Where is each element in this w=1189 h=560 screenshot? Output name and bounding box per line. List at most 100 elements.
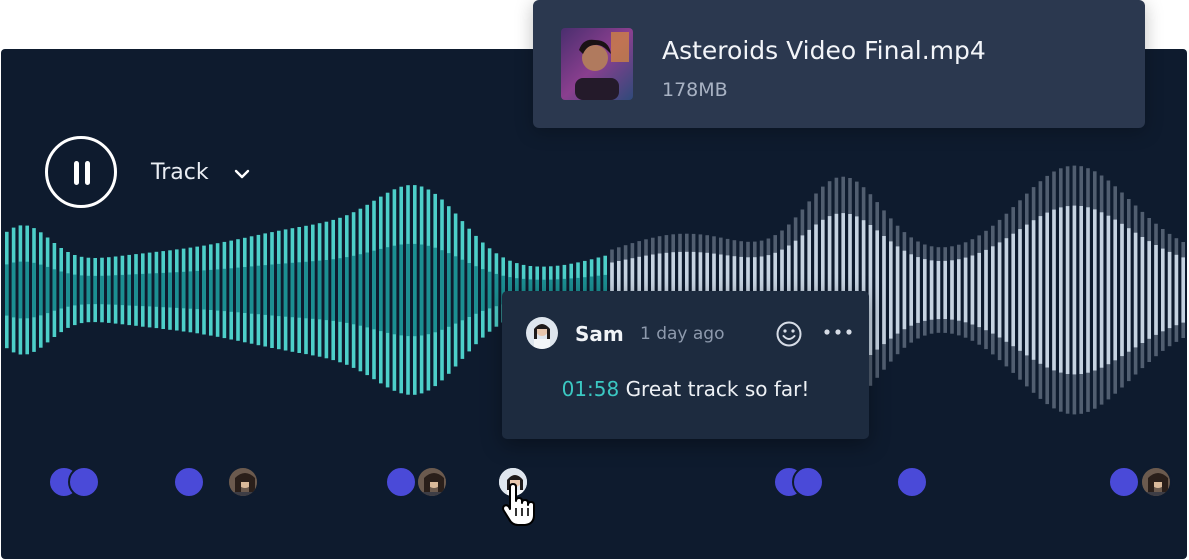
comment-marker[interactable] [173,466,205,498]
file-info-card: Asteroids Video Final.mp4 178MB [533,0,1145,128]
waveform-bar-core [25,261,29,319]
waveform-bar-core [1147,241,1151,339]
waveform-bar-core [141,273,145,307]
waveform-bar-core [215,269,220,311]
waveform-bar-core [419,244,424,336]
waveform-bar-core [1161,248,1165,332]
waveform-bar-core [1127,228,1131,352]
waveform-bar-core [1093,209,1097,371]
waveform-bar-core [936,261,941,320]
waveform-bar-core [889,241,893,339]
waveform-bar-core [882,236,886,345]
waveform-bar-core [957,259,961,321]
comment-marker[interactable] [896,466,928,498]
waveform-bar-core [1079,206,1083,374]
waveform-bar-core [929,260,934,320]
commenter-avatar[interactable] [227,466,259,498]
waveform-bar-core [1072,205,1077,375]
waveform-bar-core [107,275,111,305]
waveform-bar-core [86,275,91,305]
waveform-bar-core [73,274,77,306]
waveform-bar-core [1052,209,1056,371]
waveform-bar-core [11,262,16,318]
emoji-reaction-icon[interactable] [775,320,803,348]
waveform-bar-core [59,271,63,309]
waveform-bar-core [338,258,342,322]
waveform-bar-core [120,274,125,306]
waveform-bar-core [481,269,485,311]
waveform-bar-core [1025,224,1029,356]
waveform-bar-core [984,249,988,331]
waveform-bar-core [909,254,913,326]
comment-marker[interactable] [385,466,417,498]
file-size: 178MB [662,79,728,101]
waveform-bar-core [1038,216,1043,364]
waveform-bar-core [283,263,288,317]
comment-marker[interactable] [1108,466,1140,498]
waveform-bar-core [991,246,995,334]
more-options-icon[interactable] [822,325,854,339]
waveform-bar-core [385,247,390,333]
waveform-bar-core [379,248,383,332]
waveform-bar-core [1031,220,1036,360]
waveform-bar-core [256,265,261,315]
comment-marker[interactable] [68,466,100,498]
waveform-bar-core [902,250,907,330]
waveform-bar-core [290,262,295,318]
waveform-bar-core [392,245,397,335]
waveform-bar-core [100,275,104,305]
waveform-bar-core [331,259,335,321]
waveform-bar-core [923,259,927,321]
comment-body: 01:58 Great track so far! [502,377,869,401]
waveform-bar-core [127,274,131,306]
waveform-bar-core [895,246,900,334]
waveform-bar-core [188,271,193,309]
waveform-bar-core [1004,238,1009,342]
waveform-bar-core [181,271,186,309]
waveform-bar-core [970,255,975,325]
waveform-bar-core [950,260,954,320]
waveform-bar-core [977,252,981,328]
waveform-bar-core [93,275,97,305]
waveform-bar-core [249,266,254,314]
waveform-bar-core [487,271,492,309]
waveform-bar-core [209,269,213,310]
waveform-bar-core [161,272,165,308]
waveform-bar-core [916,257,920,323]
waveform-bar-core [426,245,431,335]
waveform-bar-core [1133,232,1138,348]
waveform-bar-core [79,275,84,305]
waveform-bar-core [997,242,1002,338]
waveform-bar-core [1113,219,1117,361]
file-name: Asteroids Video Final.mp4 [662,36,986,65]
waveform-bar-core [297,262,301,318]
waveform-bar-core [195,270,199,310]
comment-author: Sam [575,322,624,346]
waveform-bar-core [304,261,308,319]
waveform-bar-core [311,261,315,319]
waveform-bar-core [440,250,444,330]
waveform-bar-core [365,252,369,328]
video-thumbnail[interactable] [561,28,633,100]
comment-popover: Sam 1 day ago 01:58 Great track so far! [502,291,869,439]
waveform-bar-core [1045,212,1049,368]
waveform-bar-core [113,275,118,305]
waveform-bar-core [963,257,968,323]
comment-timestamp-link[interactable]: 01:58 [562,377,620,401]
commenter-avatar[interactable] [416,466,448,498]
waveform-bar-core [1106,215,1111,365]
waveform-bar-core [52,269,57,311]
waveform-bar-core [1099,212,1104,368]
comment-marker[interactable] [792,466,824,498]
waveform-bar-core [494,273,499,307]
commenter-avatar[interactable] [1140,466,1172,498]
waveform-bar-core [1018,229,1022,351]
waveform-bar-core [134,274,138,306]
waveform-bar-core [1181,257,1185,323]
avatar [526,317,558,349]
waveform-bar-core [18,261,23,319]
waveform-bar-core [460,259,465,321]
waveform-bar-core [1174,254,1179,326]
waveform-bar-core [324,260,329,321]
waveform-bar-core [1167,251,1172,329]
